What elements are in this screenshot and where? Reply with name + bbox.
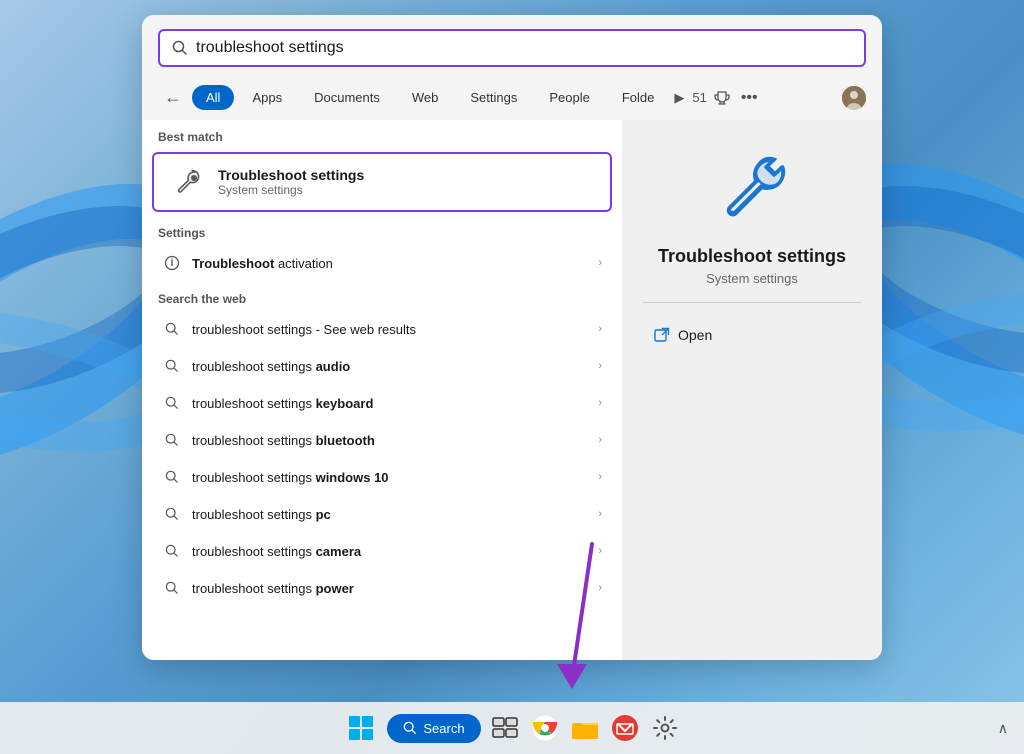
tab-settings[interactable]: Settings: [456, 85, 531, 110]
tab-web[interactable]: Web: [398, 85, 453, 110]
search-input-wrapper: [142, 15, 882, 77]
search-web-icon-2: [162, 356, 182, 376]
more-options-button[interactable]: •••: [735, 85, 764, 111]
web-item-label-5: troubleshoot settings windows 10: [192, 470, 588, 485]
search-icon: [172, 40, 188, 56]
chevron-right-icon: ›: [598, 257, 602, 269]
chevron-right-icon: ›: [598, 545, 602, 557]
chevron-right-icon: ›: [598, 582, 602, 594]
filter-tabs: ← All Apps Documents Web Settings People…: [142, 77, 882, 120]
avatar[interactable]: [842, 86, 866, 110]
detail-divider: [642, 302, 862, 303]
search-panel: ← All Apps Documents Web Settings People…: [142, 15, 882, 660]
taskbar-right-area: ∧: [998, 720, 1008, 737]
tab-people[interactable]: People: [535, 85, 603, 110]
wrench-icon-large: [712, 150, 792, 230]
chevron-right-icon: ›: [598, 360, 602, 372]
tab-folders[interactable]: Folde: [608, 85, 669, 110]
detail-panel: Troubleshoot settings System settings Op…: [622, 120, 882, 660]
settings-section-label: Settings: [142, 216, 622, 244]
chrome-icon[interactable]: [529, 712, 561, 744]
web-item-label-8: troubleshoot settings power: [192, 581, 588, 596]
trophy-icon: [713, 89, 731, 107]
tab-apps[interactable]: Apps: [238, 85, 296, 110]
detail-subtitle: System settings: [706, 271, 798, 286]
back-button[interactable]: ←: [158, 83, 188, 112]
open-label: Open: [678, 327, 712, 343]
task-view-button[interactable]: [489, 712, 521, 744]
web-item-label-2: troubleshoot settings audio: [192, 359, 588, 374]
search-web-icon-8: [162, 578, 182, 598]
best-match-text: Troubleshoot settings System settings: [218, 167, 364, 197]
list-item[interactable]: troubleshoot settings keyboard ›: [146, 385, 618, 421]
search-input[interactable]: [196, 39, 852, 57]
list-item[interactable]: troubleshoot settings camera ›: [146, 533, 618, 569]
search-input-box: [158, 29, 866, 67]
search-web-icon-4: [162, 430, 182, 450]
mail-icon[interactable]: [609, 712, 641, 744]
search-web-icon-1: [162, 319, 182, 339]
search-icon-taskbar: [403, 721, 417, 735]
taskbar-search-label: Search: [423, 721, 464, 736]
troubleshoot-icon-wrap: [170, 164, 206, 200]
web-item-label-3: troubleshoot settings keyboard: [192, 396, 588, 411]
chevron-right-icon: ›: [598, 508, 602, 520]
results-panel: Best match Troubleshoot settings System …: [142, 120, 622, 660]
list-item[interactable]: troubleshoot settings pc ›: [146, 496, 618, 532]
web-item-label-4: troubleshoot settings bluetooth: [192, 433, 588, 448]
web-item-label-7: troubleshoot settings camera: [192, 544, 588, 559]
result-count: 51: [692, 90, 706, 105]
play-icon: ▶: [674, 90, 684, 106]
desktop: ← All Apps Documents Web Settings People…: [0, 0, 1024, 754]
main-content: Best match Troubleshoot settings System …: [142, 120, 882, 660]
open-button[interactable]: Open: [642, 319, 862, 351]
chevron-right-icon: ›: [598, 397, 602, 409]
tab-documents[interactable]: Documents: [300, 85, 394, 110]
web-item-label-1: troubleshoot settings - See web results: [192, 322, 588, 337]
settings-item-label: Troubleshoot activation: [192, 256, 588, 271]
best-match-title: Troubleshoot settings: [218, 167, 364, 183]
settings-gear-icon[interactable]: [649, 712, 681, 744]
web-item-label-6: troubleshoot settings pc: [192, 507, 588, 522]
list-item[interactable]: troubleshoot settings power ›: [146, 570, 618, 606]
wrench-icon-small: [174, 168, 202, 196]
list-item[interactable]: Troubleshoot activation ›: [146, 245, 618, 281]
best-match-label: Best match: [142, 120, 622, 148]
chevron-right-icon: ›: [598, 434, 602, 446]
list-item[interactable]: troubleshoot settings windows 10 ›: [146, 459, 618, 495]
file-explorer-icon[interactable]: [569, 712, 601, 744]
list-item[interactable]: troubleshoot settings - See web results …: [146, 311, 618, 347]
chevron-right-icon: ›: [598, 323, 602, 335]
search-web-icon-6: [162, 504, 182, 524]
circle-icon: [162, 253, 182, 273]
search-web-icon-5: [162, 467, 182, 487]
taskbar-search-button[interactable]: Search: [387, 714, 480, 743]
search-web-icon-7: [162, 541, 182, 561]
web-section-label: Search the web: [142, 282, 622, 310]
best-match-subtitle: System settings: [218, 183, 364, 197]
search-web-icon-3: [162, 393, 182, 413]
list-item[interactable]: troubleshoot settings bluetooth ›: [146, 422, 618, 458]
best-match-item[interactable]: Troubleshoot settings System settings: [152, 152, 612, 212]
tab-all[interactable]: All: [192, 85, 234, 110]
detail-title: Troubleshoot settings: [658, 246, 846, 267]
chevron-right-icon: ›: [598, 471, 602, 483]
external-link-icon: [654, 327, 670, 343]
list-item[interactable]: troubleshoot settings audio ›: [146, 348, 618, 384]
start-button[interactable]: [343, 710, 379, 746]
taskbar: Search: [0, 702, 1024, 754]
chevron-up-icon[interactable]: ∧: [998, 720, 1008, 737]
